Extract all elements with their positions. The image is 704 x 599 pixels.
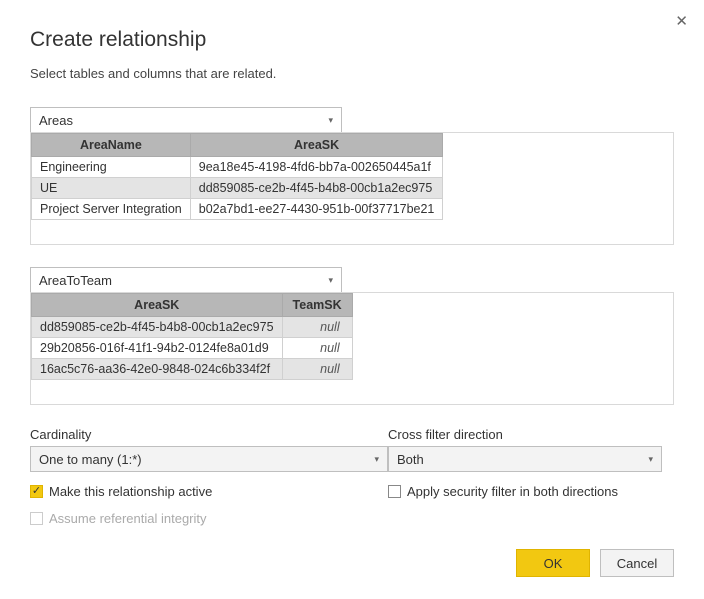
table-row[interactable]: Project Server Integration b02a7bd1-ee27… [32,199,443,220]
close-button[interactable]: ✕ [675,12,688,30]
active-checkbox-label: Make this relationship active [49,484,212,499]
table1-header-1[interactable]: AreaSK [190,134,443,157]
security-checkbox-label: Apply security filter in both directions [407,484,618,499]
crossfilter-select[interactable]: Both ▾ [388,446,662,472]
table1-select[interactable]: Areas ▾ [30,107,342,133]
integrity-checkbox-label: Assume referential integrity [49,511,207,526]
chevron-down-icon: ▾ [328,115,333,126]
chevron-down-icon: ▾ [648,454,653,465]
table1-preview: AreaName AreaSK Engineering 9ea18e45-419… [30,132,674,245]
table2-preview: AreaSK TeamSK dd859085-ce2b-4f45-b4b8-00… [30,292,674,405]
chevron-down-icon: ▾ [328,275,333,286]
dialog-title: Create relationship [30,28,674,52]
chevron-down-icon: ▾ [374,454,379,465]
table2-header-0[interactable]: AreaSK [32,294,283,317]
table2-select-value: AreaToTeam [39,273,112,288]
security-checkbox[interactable] [388,485,401,498]
table1-select-value: Areas [39,113,73,128]
crossfilter-label: Cross filter direction [388,427,704,442]
ok-button[interactable]: OK [516,549,590,577]
table1-header-0[interactable]: AreaName [32,134,191,157]
cancel-button[interactable]: Cancel [600,549,674,577]
dialog-subtitle: Select tables and columns that are relat… [30,66,674,81]
table-row[interactable]: 29b20856-016f-41f1-94b2-0124fe8a01d9 nul… [32,338,353,359]
table2-header-1[interactable]: TeamSK [282,294,352,317]
table-row[interactable]: dd859085-ce2b-4f45-b4b8-00cb1a2ec975 nul… [32,317,353,338]
table-row[interactable]: Engineering 9ea18e45-4198-4fd6-bb7a-0026… [32,157,443,178]
table2-select[interactable]: AreaToTeam ▾ [30,267,342,293]
integrity-checkbox [30,512,43,525]
active-checkbox[interactable]: ✓ [30,485,43,498]
table-row[interactable]: 16ac5c76-aa36-42e0-9848-024c6b334f2f nul… [32,359,353,380]
cardinality-label: Cardinality [30,427,388,442]
cardinality-select[interactable]: One to many (1:*) ▾ [30,446,388,472]
table-row[interactable]: UE dd859085-ce2b-4f45-b4b8-00cb1a2ec975 [32,178,443,199]
